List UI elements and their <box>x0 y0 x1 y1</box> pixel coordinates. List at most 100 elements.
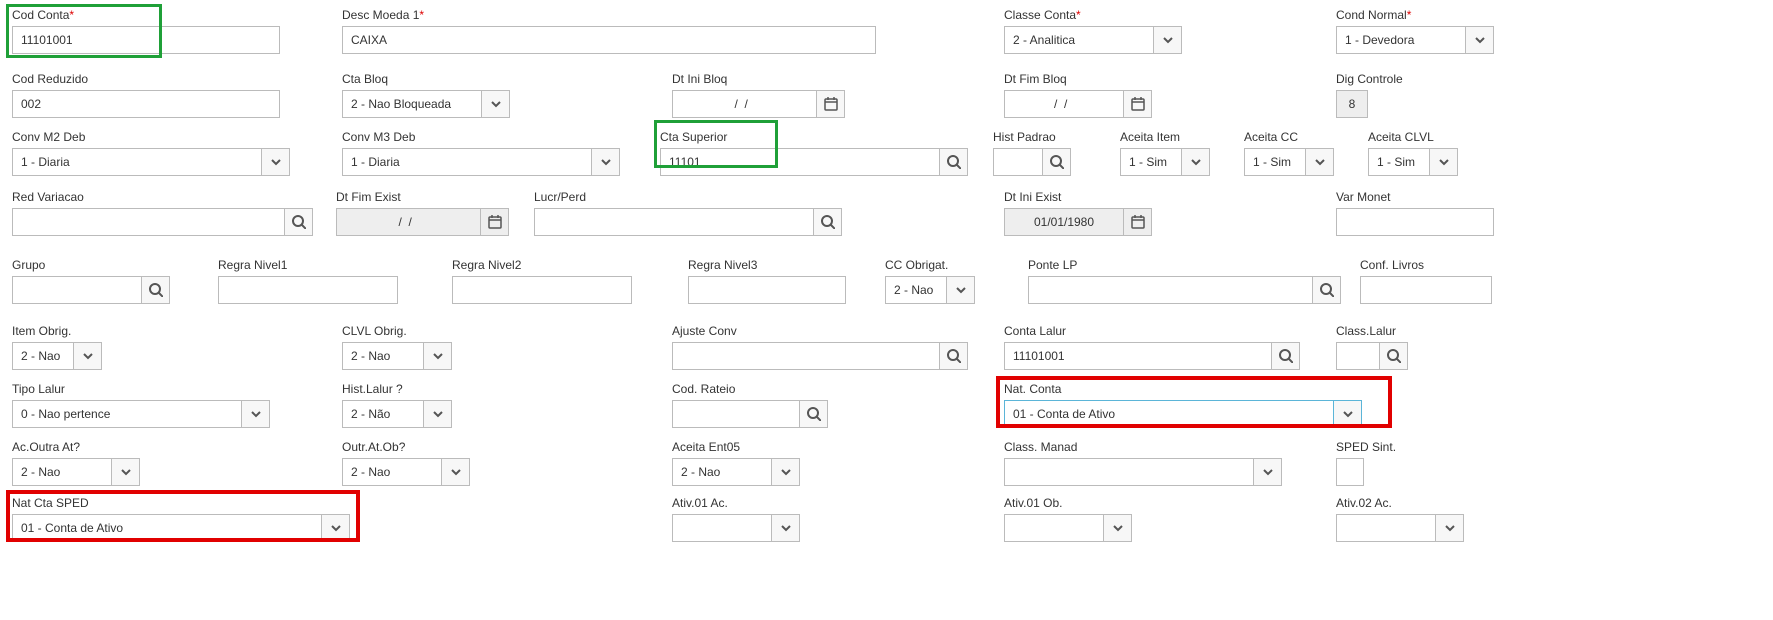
grupo-label: Grupo <box>12 258 170 272</box>
dt-fim-exist-input <box>336 208 481 236</box>
cta-bloq-caret-icon[interactable] <box>482 90 510 118</box>
ac-outra-at-caret-icon[interactable] <box>112 458 140 486</box>
dt-fim-bloq-calendar-icon[interactable] <box>1124 90 1152 118</box>
class-lalur-search-icon[interactable] <box>1380 342 1408 370</box>
ac-outra-at-select[interactable] <box>12 458 112 486</box>
conta-lalur-input[interactable] <box>1004 342 1272 370</box>
conv-m2-deb-select[interactable] <box>12 148 262 176</box>
class-manad-caret-icon[interactable] <box>1254 458 1282 486</box>
clvl-obrig-select[interactable] <box>342 342 424 370</box>
aceita-ent05-caret-icon[interactable] <box>772 458 800 486</box>
regra-nivel2-input[interactable] <box>452 276 632 304</box>
item-obrig-select[interactable] <box>12 342 74 370</box>
ajuste-conv-input[interactable] <box>672 342 940 370</box>
ajuste-conv-search-icon[interactable] <box>940 342 968 370</box>
conf-livros-input[interactable] <box>1360 276 1492 304</box>
aceita-ent05-select[interactable] <box>672 458 772 486</box>
ativ01-ac-select[interactable] <box>672 514 772 542</box>
sped-sint-input[interactable] <box>1336 458 1364 486</box>
dt-fim-bloq-input[interactable] <box>1004 90 1124 118</box>
regra-nivel3-input[interactable] <box>688 276 846 304</box>
outr-at-ob-select[interactable] <box>342 458 442 486</box>
ativ02-ac-caret-icon[interactable] <box>1436 514 1464 542</box>
red-variacao-search-icon[interactable] <box>285 208 313 236</box>
ativ01-ob-caret-icon[interactable] <box>1104 514 1132 542</box>
cc-obrigat-label: CC Obrigat. <box>885 258 975 272</box>
conv-m3-deb-caret-icon[interactable] <box>592 148 620 176</box>
nat-conta-select[interactable] <box>1004 400 1334 428</box>
dig-controle-label: Dig Controle <box>1336 72 1403 86</box>
nat-conta-caret-icon[interactable] <box>1334 400 1362 428</box>
cod-rateio-input[interactable] <box>672 400 800 428</box>
dt-ini-exist-calendar-icon <box>1124 208 1152 236</box>
var-monet-input[interactable] <box>1336 208 1494 236</box>
sped-sint-label: SPED Sint. <box>1336 440 1396 454</box>
cc-obrigat-caret-icon[interactable] <box>947 276 975 304</box>
classe-conta-select[interactable] <box>1004 26 1154 54</box>
desc-moeda1-input[interactable] <box>342 26 876 54</box>
cod-conta-input[interactable] <box>12 26 280 54</box>
hist-padrao-input[interactable] <box>993 148 1043 176</box>
hist-lalur-select[interactable] <box>342 400 424 428</box>
grupo-search-icon[interactable] <box>142 276 170 304</box>
classe-conta-caret-icon[interactable] <box>1154 26 1182 54</box>
ativ01-ob-select[interactable] <box>1004 514 1104 542</box>
ativ02-ac-label: Ativ.02 Ac. <box>1336 496 1464 510</box>
regra-nivel1-input[interactable] <box>218 276 398 304</box>
nat-cta-sped-select[interactable] <box>12 514 322 542</box>
conv-m2-deb-caret-icon[interactable] <box>262 148 290 176</box>
ativ02-ac-select[interactable] <box>1336 514 1436 542</box>
clvl-obrig-caret-icon[interactable] <box>424 342 452 370</box>
tipo-lalur-select[interactable] <box>12 400 242 428</box>
item-obrig-label: Item Obrig. <box>12 324 102 338</box>
cod-rateio-search-icon[interactable] <box>800 400 828 428</box>
class-manad-label: Class. Manad <box>1004 440 1282 454</box>
cta-bloq-select[interactable] <box>342 90 482 118</box>
grupo-input[interactable] <box>12 276 142 304</box>
cond-normal-select[interactable] <box>1336 26 1466 54</box>
cod-reduzido-input[interactable] <box>12 90 280 118</box>
cta-superior-search-icon[interactable] <box>940 148 968 176</box>
ponte-lp-search-icon[interactable] <box>1313 276 1341 304</box>
tipo-lalur-caret-icon[interactable] <box>242 400 270 428</box>
red-variacao-input[interactable] <box>12 208 285 236</box>
aceita-clvl-caret-icon[interactable] <box>1430 148 1458 176</box>
hist-padrao-search-icon[interactable] <box>1043 148 1071 176</box>
class-manad-select[interactable] <box>1004 458 1254 486</box>
dt-ini-bloq-label: Dt Ini Bloq <box>672 72 845 86</box>
nat-cta-sped-caret-icon[interactable] <box>322 514 350 542</box>
dt-ini-exist-label: Dt Ini Exist <box>1004 190 1152 204</box>
dig-controle-input <box>1336 90 1368 118</box>
hist-padrao-label: Hist Padrao <box>993 130 1071 144</box>
aceita-item-caret-icon[interactable] <box>1182 148 1210 176</box>
outr-at-ob-caret-icon[interactable] <box>442 458 470 486</box>
aceita-cc-caret-icon[interactable] <box>1306 148 1334 176</box>
cta-bloq-label: Cta Bloq <box>342 72 510 86</box>
hist-lalur-caret-icon[interactable] <box>424 400 452 428</box>
aceita-clvl-select[interactable] <box>1368 148 1430 176</box>
item-obrig-caret-icon[interactable] <box>74 342 102 370</box>
cta-superior-input[interactable] <box>660 148 940 176</box>
nat-conta-label: Nat. Conta <box>1004 382 1362 396</box>
class-lalur-input[interactable] <box>1336 342 1380 370</box>
dt-ini-bloq-calendar-icon[interactable] <box>817 90 845 118</box>
aceita-cc-select[interactable] <box>1244 148 1306 176</box>
cta-superior-label: Cta Superior <box>660 130 968 144</box>
classe-conta-label: Classe Conta* <box>1004 8 1182 22</box>
aceita-ent05-label: Aceita Ent05 <box>672 440 800 454</box>
dt-ini-exist-input <box>1004 208 1124 236</box>
aceita-item-select[interactable] <box>1120 148 1182 176</box>
ponte-lp-input[interactable] <box>1028 276 1313 304</box>
conta-lalur-search-icon[interactable] <box>1272 342 1300 370</box>
desc-moeda1-label: Desc Moeda 1* <box>342 8 876 22</box>
lucr-perd-input[interactable] <box>534 208 814 236</box>
ativ01-ac-caret-icon[interactable] <box>772 514 800 542</box>
dt-ini-bloq-input[interactable] <box>672 90 817 118</box>
conv-m3-deb-select[interactable] <box>342 148 592 176</box>
regra-nivel1-label: Regra Nivel1 <box>218 258 398 272</box>
conv-m2-deb-label: Conv M2 Deb <box>12 130 290 144</box>
lucr-perd-search-icon[interactable] <box>814 208 842 236</box>
cc-obrigat-select[interactable] <box>885 276 947 304</box>
class-lalur-label: Class.Lalur <box>1336 324 1408 338</box>
cond-normal-caret-icon[interactable] <box>1466 26 1494 54</box>
